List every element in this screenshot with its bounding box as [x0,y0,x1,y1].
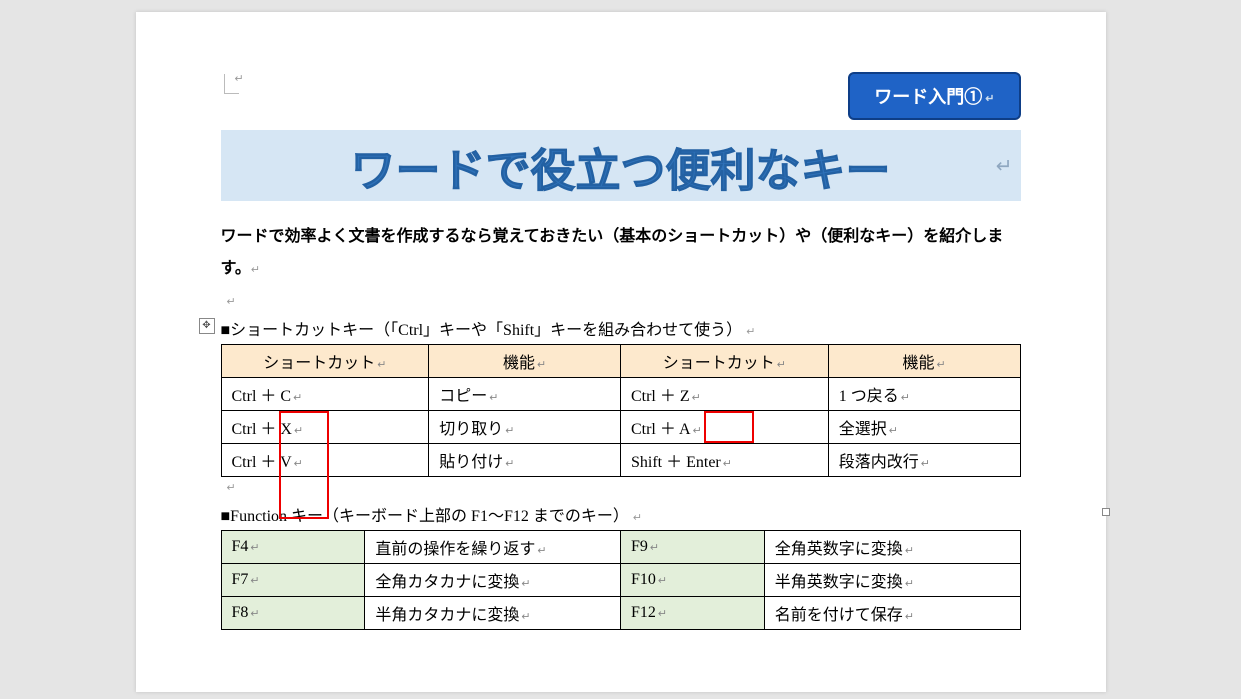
paragraph-mark-icon: ↵ [251,264,260,276]
table-row[interactable]: Ctrl ＋ V↵ 貼り付け↵ Shift ＋ Enter↵ 段落内改行↵ [221,444,1020,477]
paragraph-mark-icon: ↵ [985,93,994,105]
shortcut-table[interactable]: ショートカット↵ 機能↵ ショートカット↵ 機能↵ Ctrl ＋ C↵ コピー↵… [221,344,1021,477]
table-row[interactable]: Ctrl ＋ X↵ 切り取り↵ Ctrl ＋ A↵ 全選択↵ [221,411,1020,444]
paragraph-mark-icon: ↵ [633,512,642,524]
title-block[interactable]: ワードで役立つ便利なキー [221,130,1021,201]
section1-heading-row[interactable]: ✥ ■ショートカットキー（「Ctrl」キーや「Shift」キーを組み合わせて使う… [221,316,1021,340]
intro-text: ワードで効率よく文書を作成するなら覚えておきたい（基本のショートカット）や（便利… [221,228,1004,277]
paragraph-mark-icon: ↵ [746,326,755,338]
col-function: 機能↵ [828,345,1020,378]
table-row[interactable]: F4↵ 直前の操作を繰り返す↵ F9↵ 全角英数字に変換↵ [221,531,1020,564]
intro-paragraph[interactable]: ワードで効率よく文書を作成するなら覚えておきたい（基本のショートカット）や（便利… [221,221,1021,285]
document-page: ↵ ワード入門①↵ ワードで役立つ便利なキー ワードで効率よく文書を作成するなら… [136,12,1106,692]
paragraph-mark-icon: ↵ [227,481,1021,494]
col-shortcut: ショートカット↵ [221,345,429,378]
badge-row: ↵ ワード入門①↵ [221,72,1021,120]
table-row[interactable]: F8↵ 半角カタカナに変換↵ F12↵ 名前を付けて保存↵ [221,597,1020,630]
section1-heading: ■ショートカットキー（「Ctrl」キーや「Shift」キーを組み合わせて使う） [221,322,743,339]
table-header-row: ショートカット↵ 機能↵ ショートカット↵ 機能↵ [221,345,1020,378]
section2-heading: ■Function キー（キーボード上部の F1～F12 までのキー） [221,508,629,525]
table-move-handle-icon[interactable]: ✥ [199,318,215,334]
table-row[interactable]: Ctrl ＋ C↵ コピー↵ Ctrl ＋ Z↵ 1 つ戻る↵ [221,378,1020,411]
function-key-table[interactable]: F4↵ 直前の操作を繰り返す↵ F9↵ 全角英数字に変換↵ F7↵ 全角カタカナ… [221,530,1021,630]
table-row[interactable]: F7↵ 全角カタカナに変換↵ F10↵ 半角英数字に変換↵ [221,564,1020,597]
page-title: ワードで役立つ便利なキー [350,145,890,196]
badge-label: ワード入門① [874,87,982,107]
table-resize-handle-icon[interactable] [1102,508,1110,516]
section2-heading-row[interactable]: ■Function キー（キーボード上部の F1～F12 までのキー） ↵ [221,502,1021,526]
margin-corner-icon [224,74,239,94]
header-badge: ワード入門①↵ [848,72,1020,120]
paragraph-mark-icon: ↵ [227,295,1021,308]
col-shortcut: ショートカット↵ [620,345,828,378]
col-function: 機能↵ [429,345,621,378]
